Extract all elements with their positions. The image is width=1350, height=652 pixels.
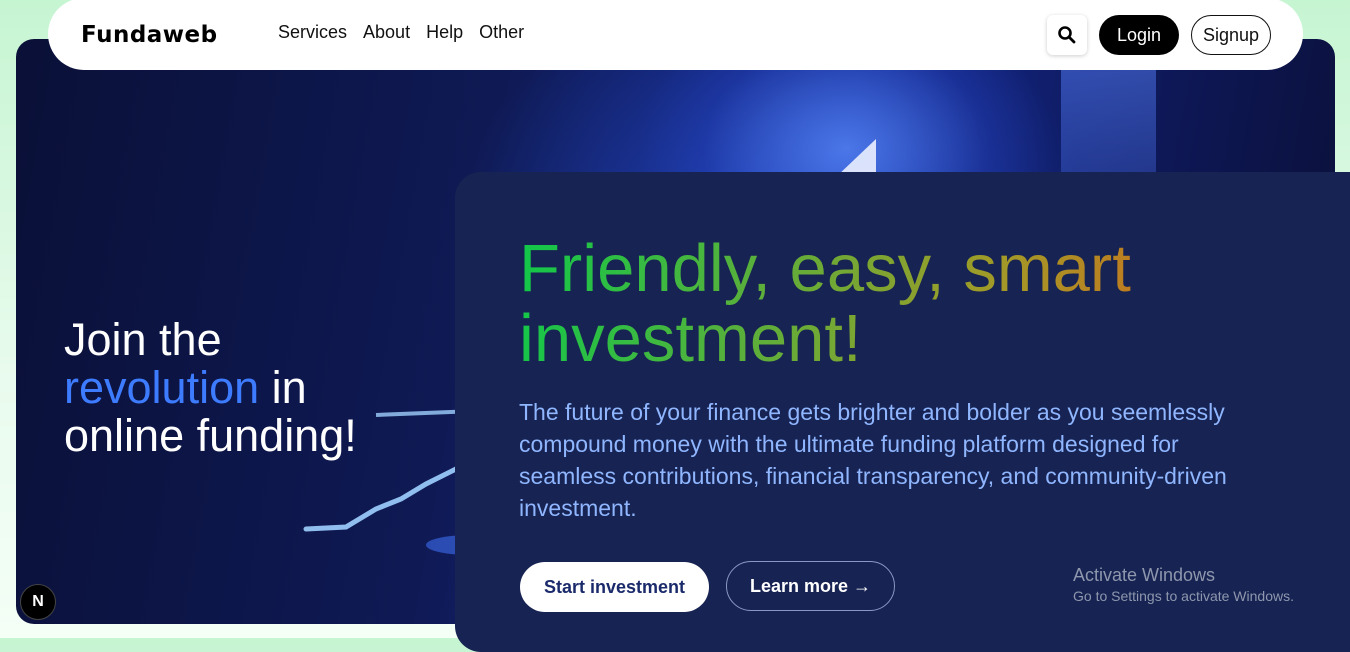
nav-link-help[interactable]: Help [426,22,463,43]
nav-link-other[interactable]: Other [479,22,524,43]
learn-more-button[interactable]: Learn more → [726,561,895,611]
card-lead-text: The future of your finance gets brighter… [519,399,1227,521]
tagline-line3: online funding! [64,410,357,461]
brand-logo[interactable]: Fundaweb [81,22,218,48]
watermark-subtitle: Go to Settings to activate Windows. [1073,588,1294,604]
tagline-line2-rest: in [259,362,307,413]
hero-tagline: Join the revolution in online funding! [64,316,424,460]
signup-button[interactable]: Signup [1191,15,1271,55]
windows-activation-watermark: Activate Windows Go to Settings to activ… [1073,564,1294,606]
start-investment-button[interactable]: Start investment [520,562,709,612]
search-icon [1058,26,1076,44]
nav-links: Services About Help Other [278,22,524,43]
login-button[interactable]: Login [1099,15,1179,55]
tagline-accent: revolution [64,362,260,413]
watermark-title: Activate Windows [1073,565,1216,585]
tagline-line1: Join the [64,314,222,365]
nav-link-about[interactable]: About [363,22,410,43]
nav-link-services[interactable]: Services [278,22,347,43]
search-button[interactable] [1047,15,1087,55]
card-headline: Friendly, easy, smart investment! [519,234,1239,374]
dev-tools-badge[interactable]: N [20,584,56,620]
